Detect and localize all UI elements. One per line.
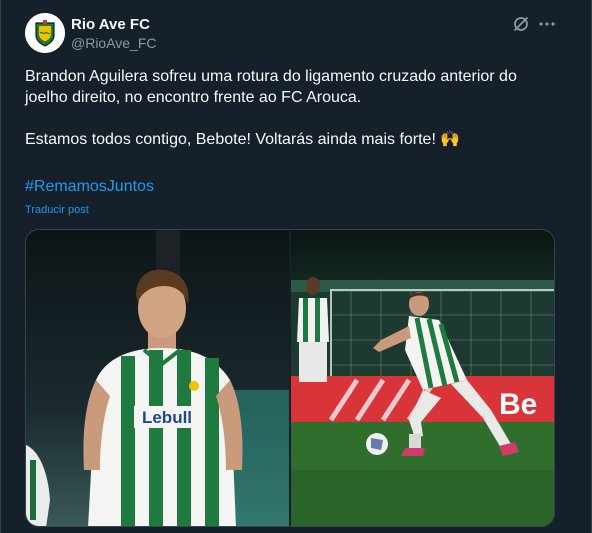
board-text: Be bbox=[499, 388, 537, 421]
tweet-line-3: Estamos todos contigo, Bebote! Voltarás … bbox=[25, 131, 461, 148]
photo-player-portrait[interactable]: Lebull bbox=[26, 230, 289, 526]
display-name[interactable]: Rio Ave FC bbox=[71, 16, 150, 33]
photo-player-action[interactable]: Be bbox=[291, 230, 554, 526]
more-icon[interactable] bbox=[537, 14, 557, 34]
tweet-card: Rio Ave FC @RioAve_FC Brandon Aguilera s… bbox=[0, 0, 592, 533]
media-grid: Lebull Be bbox=[25, 229, 555, 527]
tweet-line-2: joelho direito, no encontro frente ao FC… bbox=[25, 89, 362, 106]
translate-post-link[interactable]: Traducir post bbox=[25, 204, 89, 216]
grok-icon[interactable] bbox=[511, 14, 531, 34]
tweet-text: Brandon Aguilera sofreu uma rotura do li… bbox=[25, 66, 565, 150]
shirt-sponsor-text: Lebull bbox=[142, 408, 192, 427]
handle[interactable]: @RioAve_FC bbox=[71, 35, 157, 51]
hashtag-link[interactable]: #RemamosJuntos bbox=[25, 178, 154, 196]
tweet-line-1: Brandon Aguilera sofreu uma rotura do li… bbox=[25, 68, 517, 85]
avatar[interactable] bbox=[25, 13, 65, 53]
